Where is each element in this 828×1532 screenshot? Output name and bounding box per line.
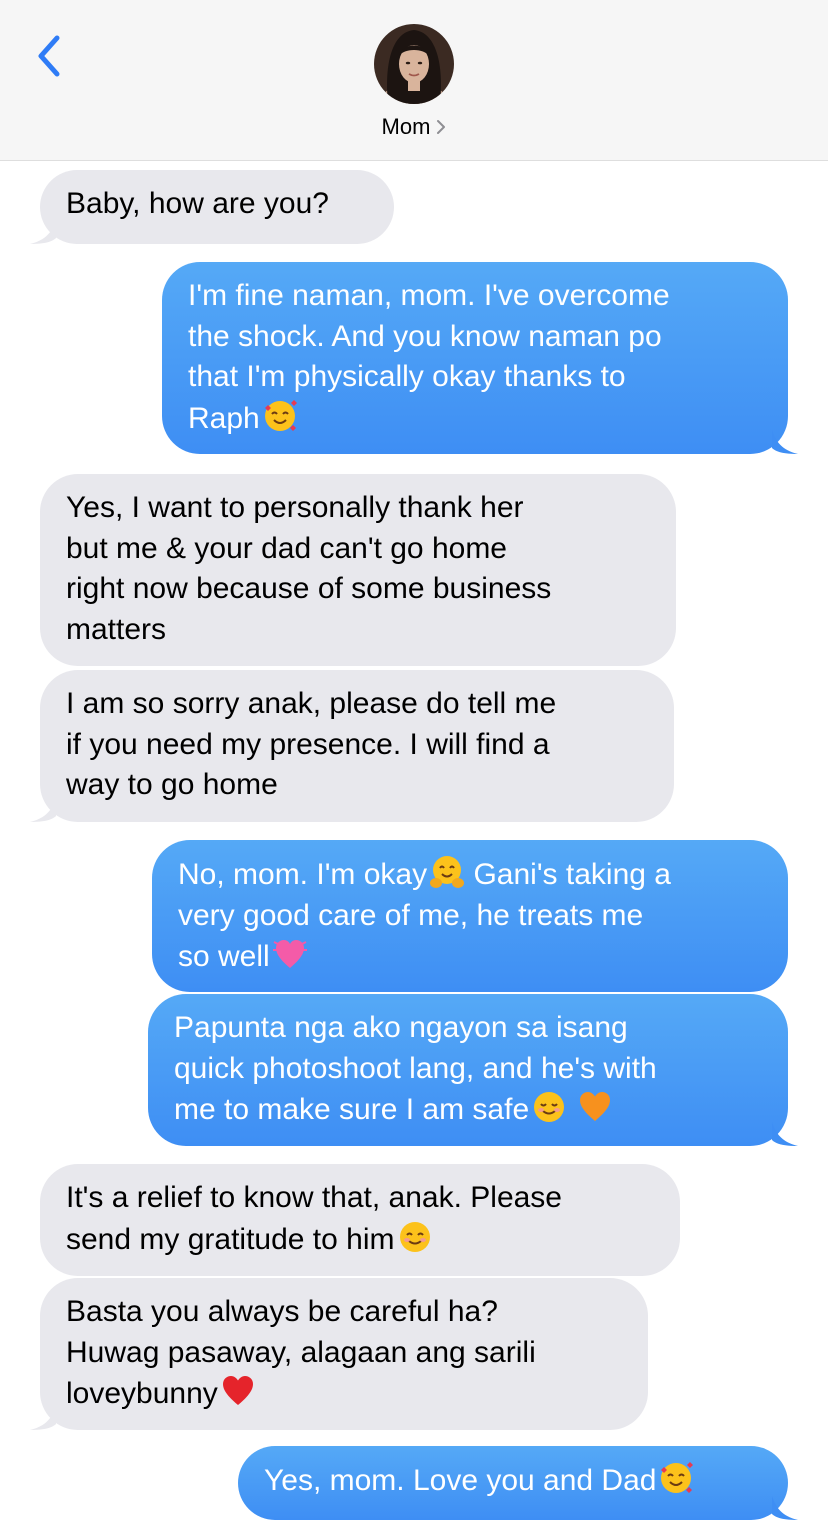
message-bubble-incoming[interactable]: I am so sorry anak, please do tell me if…	[30, 670, 674, 822]
message-text: I'm fine naman, mom. I've overcome the s…	[188, 279, 670, 435]
contact-name: Mom	[381, 114, 431, 139]
chevron-left-icon	[38, 35, 60, 77]
messages-screen: Mom Baby, how are you? I'm fine naman, m…	[0, 0, 828, 1532]
message-text: Baby, how are you?	[66, 187, 329, 220]
bubble-tail	[30, 1406, 56, 1430]
bubble-tail	[772, 1122, 798, 1146]
growing-heart-icon	[272, 936, 308, 972]
message-bubble-incoming[interactable]: Basta you always be careful ha? Huwag pa…	[30, 1278, 648, 1430]
smiling-face-icon	[531, 1089, 567, 1125]
contact-avatar[interactable]	[374, 24, 454, 104]
orange-heart-icon	[577, 1089, 613, 1125]
message-bubble-incoming[interactable]: Baby, how are you?	[30, 170, 394, 244]
smiling-face-with-smiling-eyes-icon	[397, 1219, 433, 1255]
message-text: Yes, mom. Love you and Dad	[264, 1464, 657, 1497]
smiling-face-with-hearts-icon	[658, 1460, 694, 1496]
message-bubble-outgoing[interactable]: I'm fine naman, mom. I've overcome the s…	[162, 262, 798, 454]
bubble-tail	[772, 430, 798, 454]
bubble-tail	[30, 798, 56, 822]
message-bubble-incoming[interactable]: It's a relief to know that, anak. Please…	[40, 1164, 680, 1276]
chevron-right-icon	[436, 113, 446, 143]
hugging-face-icon	[429, 854, 465, 890]
message-text: Basta you always be careful ha? Huwag pa…	[66, 1295, 536, 1410]
message-text: No, mom. I'm okay	[178, 858, 428, 891]
message-text: It's a relief to know that, anak. Please…	[66, 1181, 562, 1256]
conversation-header: Mom	[0, 0, 828, 161]
bubble-tail	[30, 220, 56, 244]
message-bubble-incoming[interactable]: Yes, I want to personally thank her but …	[40, 474, 676, 666]
message-text: Yes, I want to personally thank her but …	[66, 491, 552, 646]
contact-avatar-photo	[374, 24, 454, 104]
back-button[interactable]	[28, 30, 68, 82]
red-heart-icon	[220, 1373, 256, 1409]
contact-name-button[interactable]: Mom	[0, 112, 828, 143]
message-bubble-outgoing[interactable]: No, mom. I'm okay Gani's taking a very g…	[152, 840, 788, 992]
message-text: I am so sorry anak, please do tell me if…	[66, 687, 557, 801]
bubble-tail	[772, 1496, 798, 1520]
smiling-face-with-hearts-icon	[262, 398, 298, 434]
message-bubble-outgoing[interactable]: Papunta nga ako ngayon sa isang quick ph…	[148, 994, 798, 1146]
message-bubble-outgoing[interactable]: Yes, mom. Love you and Dad	[238, 1446, 798, 1520]
